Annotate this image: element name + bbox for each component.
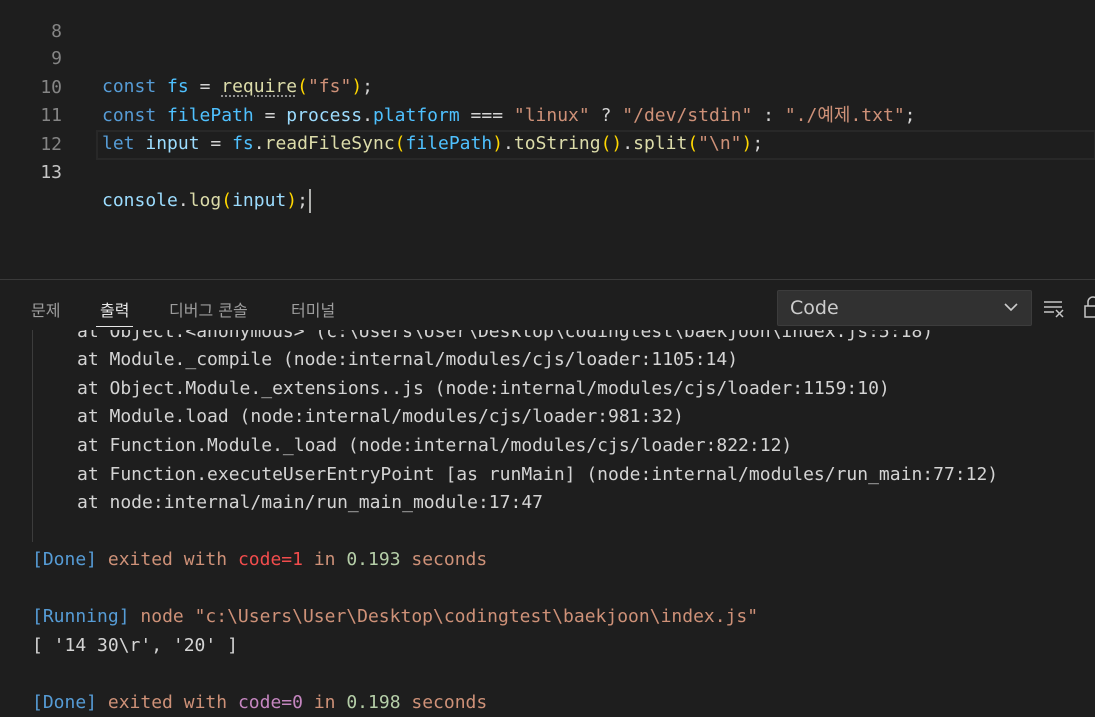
stack-trace-line: at Object.<anonymous> (c:\Users\User\Des…: [77, 330, 934, 342]
code-line-11[interactable]: 11 let input = fs.readFileSync(filePath)…: [0, 74, 1095, 154]
stack-trace-line: at Module._compile (node:internal/module…: [77, 349, 739, 370]
code-line-13[interactable]: 13 console.log(input);: [0, 131, 1095, 213]
tab-problems[interactable]: 문제: [31, 297, 60, 327]
stack-trace-line: at Function.Module._load (node:internal/…: [77, 435, 793, 456]
line-number: 13: [40, 162, 62, 183]
tab-terminal[interactable]: 터미널: [291, 297, 335, 327]
stack-trace-line: at Object.Module._extensions..js (node:i…: [77, 378, 890, 399]
code-line-12[interactable]: 12: [0, 103, 1095, 155]
stack-trace-indent-guide: [32, 330, 33, 542]
done-status-line: [Done] exited with code=0 in 0.198 secon…: [32, 692, 488, 713]
text-cursor: [308, 189, 311, 213]
output-channel-select[interactable]: Code: [777, 290, 1032, 326]
output-channel-value: Code: [790, 297, 839, 319]
code-line-8[interactable]: 8: [0, 0, 1095, 42]
stack-trace-line: at node:internal/main/run_main_module:17…: [77, 492, 543, 513]
tab-debug-console[interactable]: 디버그 콘솔: [169, 297, 248, 327]
code-line-10[interactable]: 10 const filePath = process.platform ===…: [0, 46, 1095, 126]
stack-trace-line: at Function.executeUserEntryPoint [as ru…: [77, 464, 999, 485]
running-status-line: [Running] node "c:\Users\User\Desktop\co…: [32, 606, 759, 627]
done-status-line: [Done] exited with code=1 in 0.193 secon…: [32, 549, 488, 570]
stack-trace-line: at Module.load (node:internal/modules/cj…: [77, 406, 684, 427]
clear-output-icon[interactable]: [1042, 296, 1066, 320]
panel-header: 문제 출력 디버그 콘솔 터미널 Code: [0, 280, 1095, 330]
output-view[interactable]: at Object.<anonymous> (c:\Users\User\Des…: [0, 330, 1095, 717]
bottom-panel: 문제 출력 디버그 콘솔 터미널 Code at Object.<anonymo…: [0, 279, 1095, 717]
code-line-9[interactable]: 9 const fs = require("fs");: [0, 17, 1095, 97]
program-output-line: [ '14 30\r', '20' ]: [32, 635, 238, 656]
code-editor[interactable]: 8 9 const fs = require("fs"); 10 const f…: [0, 0, 1095, 279]
lock-icon[interactable]: [1082, 296, 1095, 320]
code-text: console.log(input);: [102, 187, 311, 215]
tab-output[interactable]: 출력: [95, 297, 134, 327]
